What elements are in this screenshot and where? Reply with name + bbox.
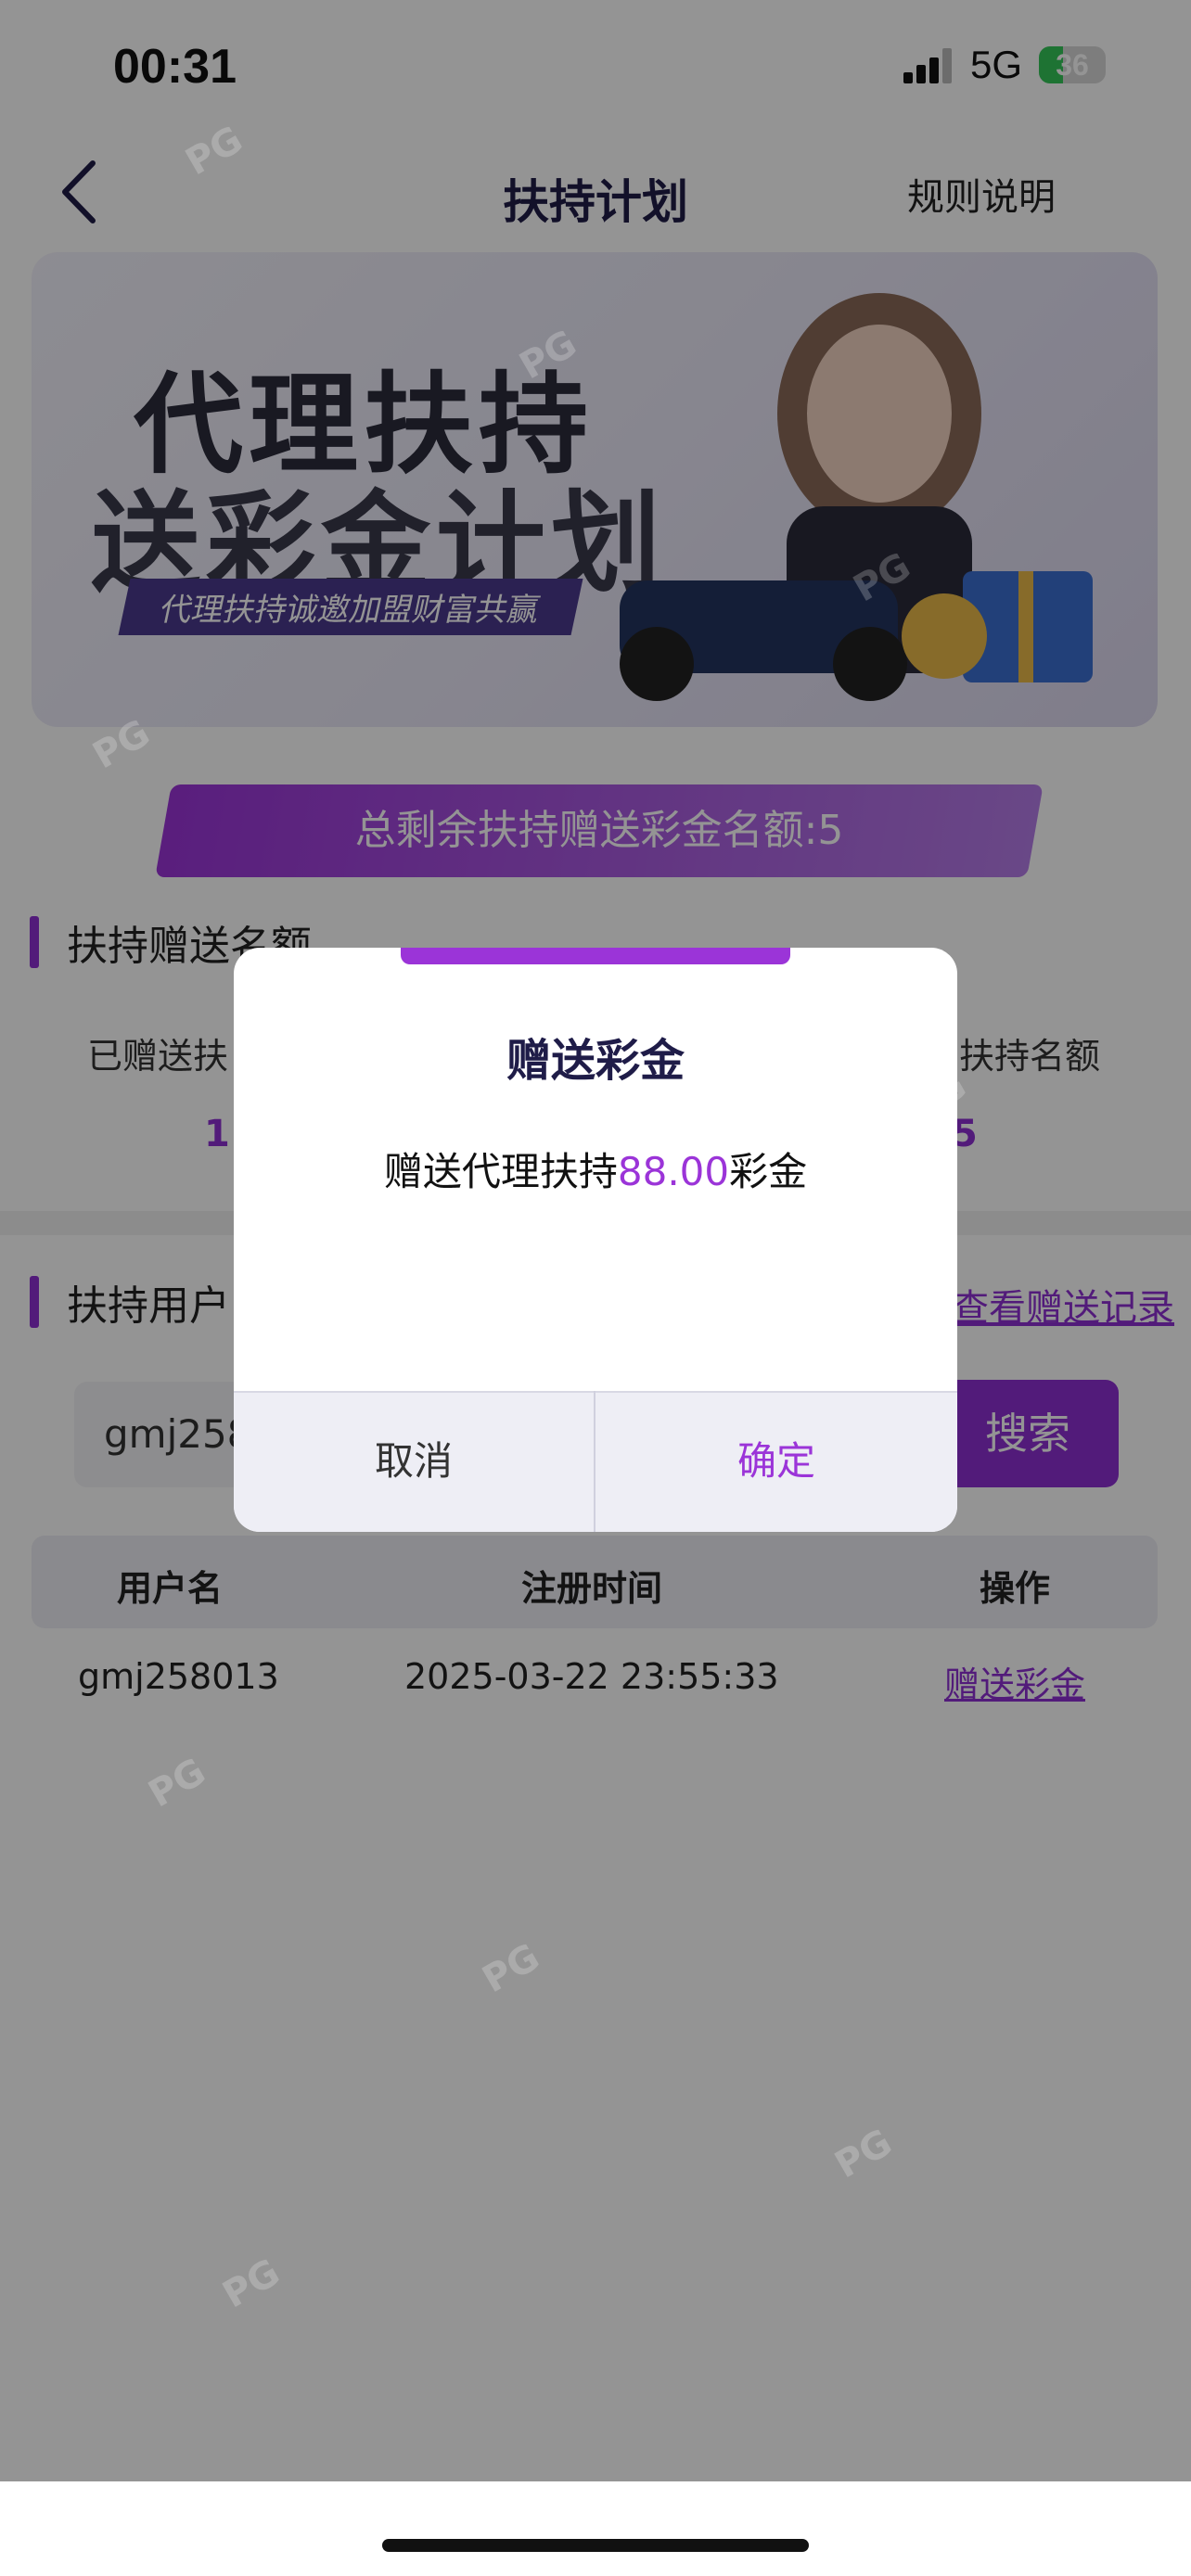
dialog-message-suffix: 彩金: [729, 1149, 808, 1194]
watermark: PG: [475, 1935, 547, 2002]
gift-bonus-dialog: 赠送彩金 赠送代理扶持88.00彩金 取消 确定: [234, 948, 957, 1532]
home-indicator[interactable]: [382, 2539, 809, 2552]
dialog-title: 赠送彩金: [506, 1035, 685, 1087]
confirm-button[interactable]: 确定: [596, 1391, 957, 1532]
watermark: PG: [512, 322, 584, 389]
cancel-button[interactable]: 取消: [234, 1391, 594, 1532]
watermark: PG: [215, 2251, 288, 2317]
dialog-accent-bar: [401, 948, 790, 964]
dialog-message: 赠送代理扶持88.00彩金: [234, 1141, 957, 1197]
watermark: PG: [85, 711, 158, 778]
watermark: PG: [827, 2121, 900, 2187]
watermark: PG: [178, 118, 250, 185]
dialog-amount: 88.00: [617, 1149, 730, 1194]
dialog-message-prefix: 赠送代理扶持: [383, 1149, 618, 1194]
watermark: PG: [141, 1750, 213, 1817]
watermark: PG: [846, 544, 918, 611]
